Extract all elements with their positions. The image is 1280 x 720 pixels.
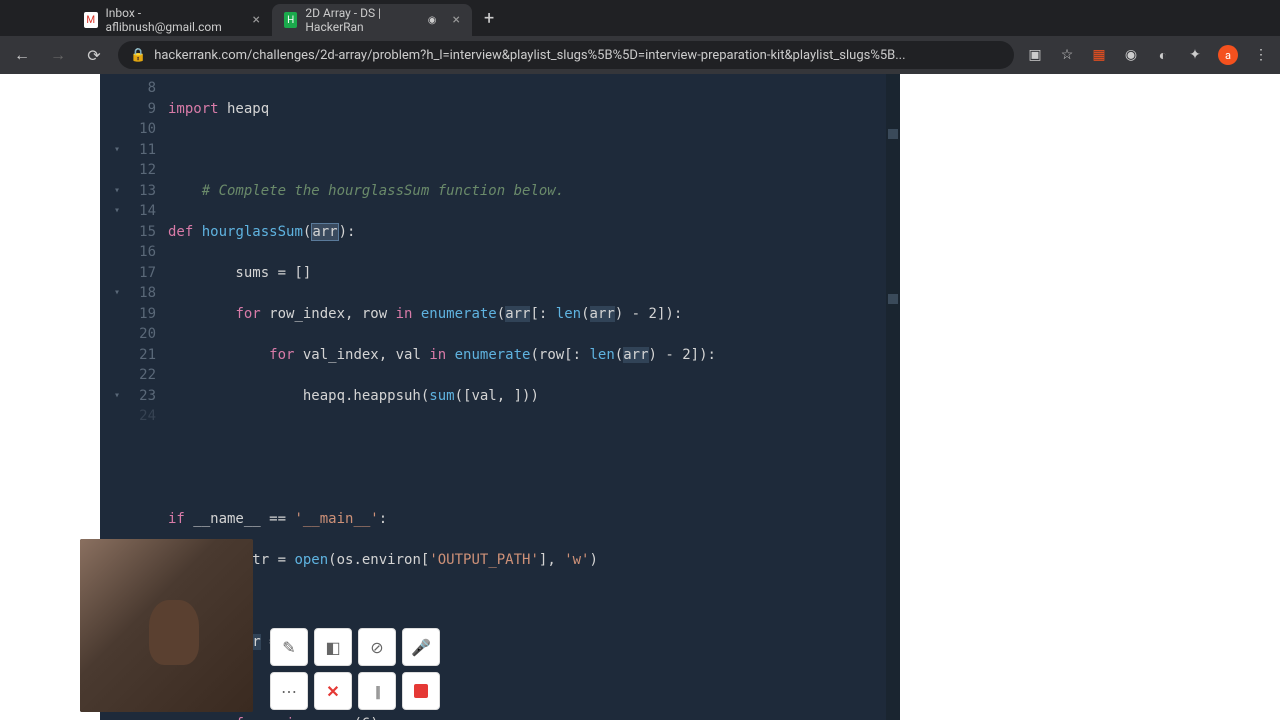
close-icon[interactable]: ×: [453, 12, 460, 28]
back-button[interactable]: ←: [10, 45, 34, 65]
editor-scrollbar[interactable]: [886, 74, 900, 720]
address-bar: ← → ⟳ 🔒 hackerrank.com/challenges/2d-arr…: [0, 36, 1280, 74]
extension-1-icon[interactable]: ▦: [1090, 46, 1108, 64]
tab-hackerrank[interactable]: H 2D Array - DS | HackerRan ◉ ×: [272, 4, 472, 36]
fold-icon[interactable]: ▾: [114, 140, 120, 161]
cancel-recording-button[interactable]: ✕: [314, 672, 352, 710]
url-input[interactable]: 🔒 hackerrank.com/challenges/2d-array/pro…: [118, 41, 1014, 69]
close-icon[interactable]: ×: [253, 12, 260, 28]
forward-button[interactable]: →: [46, 45, 70, 65]
pause-recording-button[interactable]: ||: [358, 672, 396, 710]
eraser-tool-button[interactable]: ◧: [314, 628, 352, 666]
gmail-favicon-icon: M: [84, 12, 98, 28]
browser-chrome: M Inbox - aflibnush@gmail.com × H 2D Arr…: [0, 0, 1280, 74]
menu-icon[interactable]: ⋮: [1252, 46, 1270, 64]
lock-icon: 🔒: [130, 48, 146, 63]
webcam-video: [80, 539, 253, 712]
code-area[interactable]: import heapq # Complete the hourglassSum…: [164, 74, 900, 720]
extension-3-icon[interactable]: ◐: [1154, 46, 1172, 64]
hackerrank-favicon-icon: H: [284, 12, 297, 28]
recording-toolbar: ✎ ◧ ⊘ 🎤 ⋯ ✕ ||: [270, 628, 470, 710]
extension-2-icon[interactable]: ◉: [1122, 46, 1140, 64]
camera-icon[interactable]: ▣: [1026, 46, 1044, 64]
profile-avatar[interactable]: a: [1218, 45, 1238, 65]
bookmark-icon[interactable]: ☆: [1058, 46, 1076, 64]
tab-bar: M Inbox - aflibnush@gmail.com × H 2D Arr…: [0, 0, 1280, 36]
tab-gmail[interactable]: M Inbox - aflibnush@gmail.com ×: [72, 4, 272, 36]
page-content: 8 9 10 ▾11 12 ▾13 ▾14 15 16 17 ▾18 19 20…: [0, 74, 1280, 720]
fold-icon[interactable]: ▾: [114, 181, 120, 202]
mute-button[interactable]: 🎤: [402, 628, 440, 666]
fold-icon[interactable]: ▾: [114, 201, 120, 222]
url-text: hackerrank.com/challenges/2d-array/probl…: [154, 48, 905, 63]
puzzle-icon[interactable]: ✦: [1186, 46, 1204, 64]
fold-icon[interactable]: ▾: [114, 283, 120, 304]
stop-recording-button[interactable]: [402, 672, 440, 710]
toolbar-icons: ▣ ☆ ▦ ◉ ◐ ✦ a ⋮: [1026, 45, 1270, 65]
pen-tool-button[interactable]: ✎: [270, 628, 308, 666]
fold-icon[interactable]: ▾: [114, 386, 120, 407]
clear-tool-button[interactable]: ⊘: [358, 628, 396, 666]
reload-button[interactable]: ⟳: [82, 46, 106, 65]
webcam-overlay[interactable]: [80, 539, 253, 712]
more-button[interactable]: ⋯: [270, 672, 308, 710]
tab-audio-icon: ◉: [428, 15, 437, 26]
tab-title: Inbox - aflibnush@gmail.com: [106, 6, 237, 34]
new-tab-button[interactable]: +: [472, 8, 506, 29]
tab-title: 2D Array - DS | HackerRan: [305, 6, 419, 34]
